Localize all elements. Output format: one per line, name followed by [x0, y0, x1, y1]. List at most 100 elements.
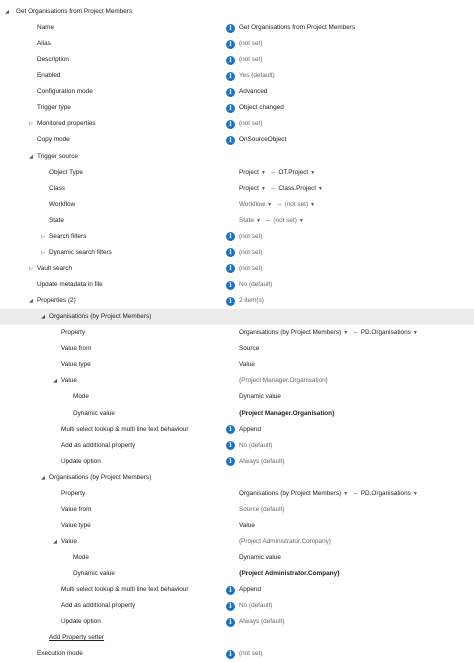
dropdown-arrow-icon[interactable]: ▼	[413, 330, 418, 336]
info-icon[interactable]: i	[226, 280, 235, 290]
property-row[interactable]: ◢ Value {Project Manager.Organisation}	[0, 373, 474, 389]
property-row[interactable]: Dynamic value {Project Manager.Organisati…	[0, 406, 474, 422]
property-row[interactable]: ◢ Trigger source	[0, 149, 474, 165]
info-icon[interactable]: i	[226, 71, 235, 81]
caret-right-icon[interactable]: ▷	[28, 116, 34, 132]
dropdown-arrow-icon[interactable]: ▼	[318, 186, 323, 192]
property-value[interactable]: Source (default)	[239, 502, 284, 518]
combo-mapped-value[interactable]: PD.Organisations	[361, 329, 411, 336]
property-row[interactable]: ◢ Organisations (by Project Members)	[0, 470, 474, 486]
info-icon[interactable]: i	[226, 441, 235, 451]
property-row[interactable]: State State ▼ ⇔ (not set) ▼	[0, 213, 474, 229]
property-row[interactable]: Update option i Always (default)	[0, 454, 474, 470]
info-icon[interactable]: i	[226, 248, 235, 258]
property-row[interactable]: Configuration mode i Advanced	[0, 84, 474, 100]
info-icon[interactable]: i	[226, 649, 235, 659]
caret-right-icon[interactable]: ▷	[40, 229, 46, 245]
property-row[interactable]: ◢ Properties (2) i 2 item(s)	[0, 293, 474, 309]
info-icon[interactable]: i	[226, 119, 235, 129]
property-row[interactable]: Name i Get Organisations from Project Memb…	[0, 20, 474, 36]
property-row[interactable]: Workflow Workflow ▼ ⇔ (not set) ▼	[0, 197, 474, 213]
caret-down-icon[interactable]: ◢	[40, 309, 46, 325]
property-row[interactable]: Value type Value	[0, 518, 474, 534]
dropdown-arrow-icon[interactable]: ▼	[267, 202, 272, 208]
property-row[interactable]: Enabled i Yes (default)	[0, 68, 474, 84]
caret-down-icon[interactable]: ◢	[28, 149, 34, 165]
caret-right-icon[interactable]: ▷	[40, 245, 46, 261]
property-row[interactable]: Value from Source (default)	[0, 502, 474, 518]
info-icon[interactable]: i	[226, 87, 235, 97]
property-row[interactable]: Value type Value	[0, 357, 474, 373]
property-value[interactable]: Advanced	[239, 84, 267, 100]
property-value[interactable]: Append	[239, 582, 261, 598]
info-icon[interactable]: i	[226, 457, 235, 467]
info-icon[interactable]: i	[226, 55, 235, 65]
caret-down-icon[interactable]: ◢	[4, 4, 10, 20]
dropdown-arrow-icon[interactable]: ▼	[261, 186, 266, 192]
property-row[interactable]: Add as additional property i No (default)	[0, 438, 474, 454]
caret-right-icon[interactable]: ▷	[28, 261, 34, 277]
info-icon[interactable]: i	[226, 103, 235, 113]
combo-primary-value[interactable]: State	[239, 217, 254, 224]
dropdown-arrow-icon[interactable]: ▼	[310, 202, 315, 208]
property-row[interactable]: Multi select lookup & multi line text be…	[0, 582, 474, 598]
property-value[interactable]: Append	[239, 422, 261, 438]
property-row[interactable]: Value from Source	[0, 341, 474, 357]
info-icon[interactable]: i	[226, 601, 235, 611]
combo-mapped-value[interactable]: Class.Project	[278, 185, 316, 192]
property-row[interactable]: ▷ Search filters i (not set)	[0, 229, 474, 245]
property-row[interactable]: ◢ Value {Project Administrator.Company}	[0, 534, 474, 550]
caret-down-icon[interactable]: ◢	[52, 534, 58, 550]
property-row[interactable]: Update option i Always (default)	[0, 614, 474, 630]
info-icon[interactable]: i	[226, 296, 235, 306]
property-value[interactable]: No (default)	[239, 438, 272, 454]
property-value[interactable]: {Project Administrator.Company}	[239, 534, 331, 550]
property-row[interactable]: Object Type Project ▼ ⇔ OT.Project ▼	[0, 165, 474, 181]
dropdown-arrow-icon[interactable]: ▼	[343, 330, 348, 336]
property-value[interactable]: {Project Manager.Organisation}	[239, 373, 328, 389]
property-value-combo[interactable]: Organisations (by Project Members) ▼ ⇔ PD.O…	[239, 325, 420, 341]
property-row[interactable]: ◢ Get Organisations from Project Members	[0, 4, 474, 20]
info-icon[interactable]: i	[226, 264, 235, 274]
property-value[interactable]: {Project Manager.Organisation}	[239, 406, 335, 422]
property-value[interactable]: {Project Administrator.Company}	[239, 566, 340, 582]
combo-mapped-value[interactable]: (not set)	[273, 217, 296, 224]
caret-down-icon[interactable]: ◢	[52, 373, 58, 389]
property-value[interactable]: (not set)	[239, 36, 262, 52]
property-value[interactable]: 2 item(s)	[239, 293, 264, 309]
property-row[interactable]: ▷ Monitored properties i (not set)	[0, 116, 474, 132]
info-icon[interactable]: i	[226, 425, 235, 435]
property-value-combo[interactable]: Project ▼ ⇔ Class.Project ▼	[239, 181, 325, 197]
info-icon[interactable]: i	[226, 23, 235, 33]
property-value-combo[interactable]: Project ▼ ⇔ OT.Project ▼	[239, 165, 317, 181]
property-value-combo[interactable]: Workflow ▼ ⇔ (not set) ▼	[239, 197, 317, 213]
property-row[interactable]: Description i (not set)	[0, 52, 474, 68]
add-property-setter-link[interactable]: Add Property setter	[49, 630, 104, 646]
combo-primary-value[interactable]: Organisations (by Project Members)	[239, 329, 341, 336]
property-row[interactable]: Alias i (not set)	[0, 36, 474, 52]
combo-primary-value[interactable]: Workflow	[239, 201, 265, 208]
property-value[interactable]: (not set)	[239, 52, 262, 68]
property-row[interactable]: Property Organisations (by Project Member…	[0, 325, 474, 341]
property-value-combo[interactable]: Organisations (by Project Members) ▼ ⇔ PD.O…	[239, 486, 420, 502]
property-value[interactable]: Dynamic value	[239, 550, 281, 566]
property-row[interactable]: Trigger type i Object changed	[0, 100, 474, 116]
property-row[interactable]: ▷ Vault search i (not set)	[0, 261, 474, 277]
property-row[interactable]: Add Property setter	[0, 630, 474, 646]
info-icon[interactable]: i	[226, 232, 235, 242]
property-value[interactable]: (not set)	[239, 116, 262, 132]
dropdown-arrow-icon[interactable]: ▼	[261, 170, 266, 176]
property-value-combo[interactable]: State ▼ ⇔ (not set) ▼	[239, 213, 306, 229]
combo-mapped-value[interactable]: (not set)	[285, 201, 308, 208]
info-icon[interactable]: i	[226, 135, 235, 145]
info-icon[interactable]: i	[226, 585, 235, 595]
property-value[interactable]: Always (default)	[239, 454, 284, 470]
property-value[interactable]: Object changed	[239, 100, 284, 116]
property-value[interactable]: Dynamic value	[239, 389, 281, 405]
property-row[interactable]: Dynamic value {Project Administrator.Comp…	[0, 566, 474, 582]
dropdown-arrow-icon[interactable]: ▼	[343, 491, 348, 497]
caret-down-icon[interactable]: ◢	[40, 470, 46, 486]
combo-mapped-value[interactable]: OT.Project	[278, 169, 308, 176]
property-value[interactable]: No (default)	[239, 598, 272, 614]
dropdown-arrow-icon[interactable]: ▼	[310, 170, 315, 176]
